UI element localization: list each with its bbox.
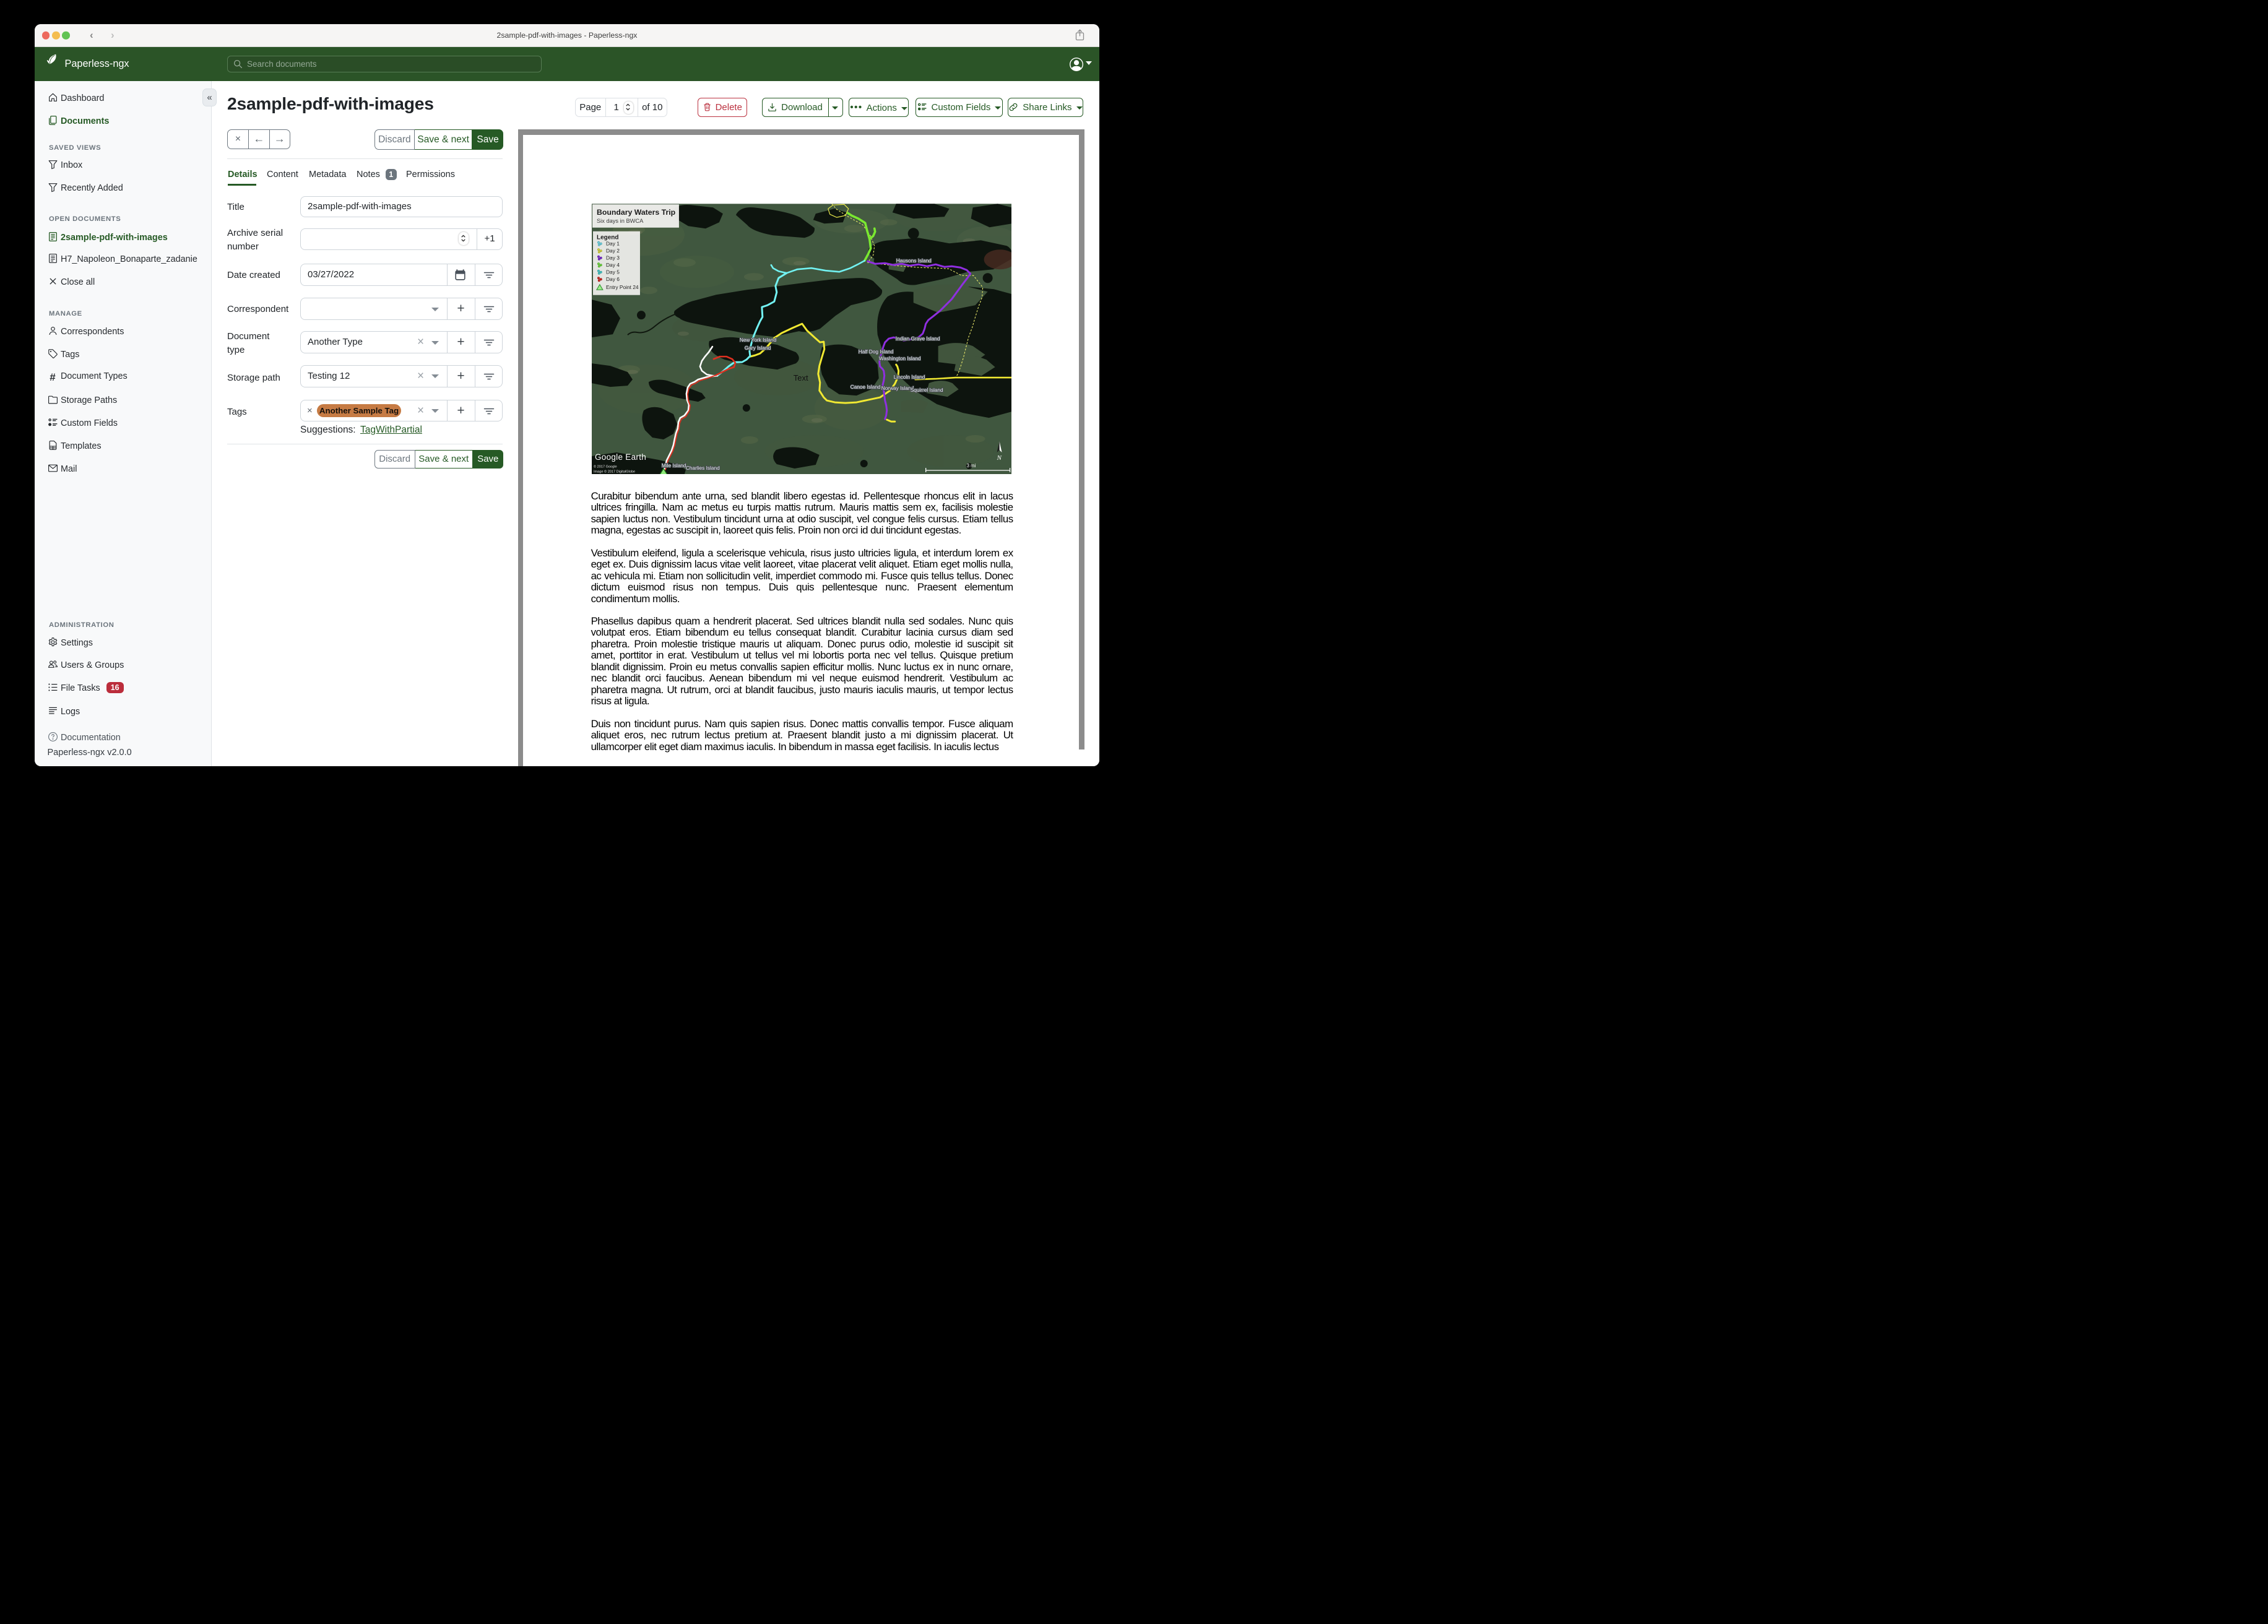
svg-text:Text: Text <box>793 373 808 382</box>
svg-text:Half Dog Island: Half Dog Island <box>858 348 893 355</box>
svg-text:Squirrel Island: Squirrel Island <box>910 387 943 393</box>
svg-text:N: N <box>996 454 1002 462</box>
svg-text:3 mi: 3 mi <box>966 463 976 469</box>
svg-text:Day 6: Day 6 <box>606 276 620 282</box>
svg-text:Charlies Island: Charlies Island <box>686 465 720 471</box>
svg-text:Day 4: Day 4 <box>606 262 620 268</box>
svg-text:Day 2: Day 2 <box>606 248 620 254</box>
svg-text:Norway Island: Norway Island <box>881 385 914 391</box>
svg-text:Image © 2017 DigitalGlobe: Image © 2017 DigitalGlobe <box>594 470 635 474</box>
svg-text:Google Earth: Google Earth <box>595 452 646 462</box>
svg-text:Canoe Island: Canoe Island <box>850 384 880 390</box>
svg-text:Mile Island: Mile Island <box>662 462 686 469</box>
svg-text:Entry Point 24: Entry Point 24 <box>606 284 639 290</box>
svg-text:Day 1: Day 1 <box>606 241 620 247</box>
svg-text:Hausons Island: Hausons Island <box>896 257 931 264</box>
svg-text:Indian Grave Island: Indian Grave Island <box>895 335 940 342</box>
svg-text:Six days in BWCA: Six days in BWCA <box>597 218 644 224</box>
svg-text:Boundary Waters Trip: Boundary Waters Trip <box>597 208 675 217</box>
svg-text:Day 5: Day 5 <box>606 269 620 275</box>
svg-text:© 2017 Google: © 2017 Google <box>594 465 617 469</box>
svg-text:Day 3: Day 3 <box>606 255 620 261</box>
svg-text:Washington Island: Washington Island <box>878 355 920 361</box>
svg-text:New York Island: New York Island <box>739 337 776 343</box>
svg-text:Gary Island: Gary Island <box>744 345 771 351</box>
svg-text:Lincoln Island: Lincoln Island <box>893 374 925 380</box>
